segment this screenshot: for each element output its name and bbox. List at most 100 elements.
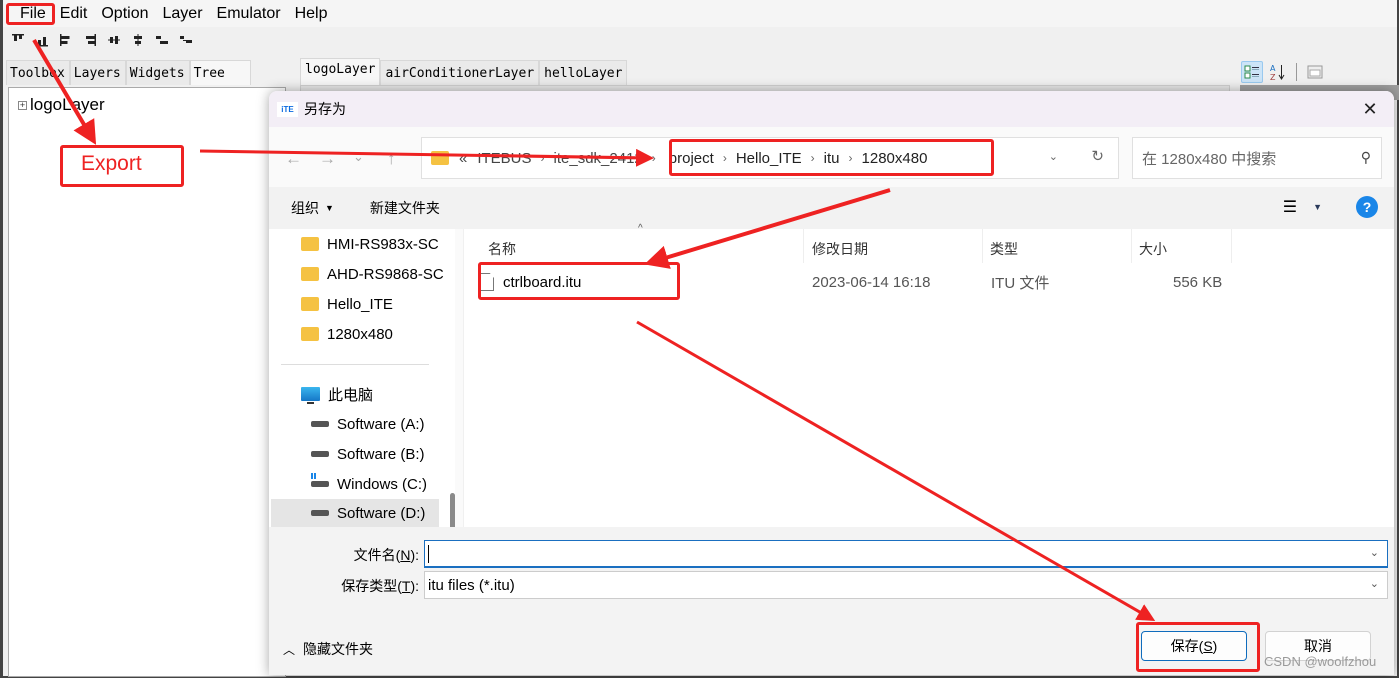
menu-help[interactable]: Help	[290, 0, 337, 27]
tab-logolayer[interactable]: logoLayer	[300, 58, 381, 85]
up-arrow-icon[interactable]: ↑	[387, 149, 396, 169]
menu-edit[interactable]: Edit	[55, 0, 97, 27]
nav-folder-ahd[interactable]: AHD-RS9868-SC	[301, 261, 444, 287]
help-icon[interactable]: ?	[1356, 196, 1378, 218]
column-type[interactable]: 类型	[990, 235, 1018, 263]
folder-icon	[301, 327, 319, 341]
breadcrumb-itebus[interactable]: ITEBUS	[477, 150, 531, 167]
search-placeholder: 在 1280x480 中搜索	[1142, 150, 1277, 168]
nav-scrollbar[interactable]	[450, 493, 455, 527]
nav-drive-b[interactable]: Software (B:)	[311, 441, 425, 467]
nav-drive-d[interactable]: Software (D:)	[271, 499, 439, 527]
nav-drive-c[interactable]: Windows (C:)	[311, 471, 427, 497]
align-left-icon[interactable]	[59, 33, 73, 47]
tree-item-label: logoLayer	[30, 95, 105, 114]
nav-drive-a[interactable]: Software (A:)	[311, 411, 425, 437]
tab-widgets[interactable]: Widgets	[125, 60, 190, 85]
back-arrow-icon[interactable]: ←	[285, 149, 302, 169]
column-size[interactable]: 大小	[1139, 235, 1167, 263]
property-toolbar: AZ	[1241, 60, 1326, 84]
nav-folder-hello-ite[interactable]: Hello_ITE	[301, 291, 393, 317]
nav-label: Software (B:)	[337, 445, 425, 463]
menu-layer[interactable]: Layer	[158, 0, 212, 27]
dialog-titlebar: iTE 另存为 ✕	[269, 91, 1394, 127]
text-cursor	[428, 544, 429, 563]
menu-emulator[interactable]: Emulator	[212, 0, 290, 27]
column-divider	[1131, 229, 1132, 263]
nav-label: HMI-RS983x-SC	[327, 235, 439, 253]
organize-menu[interactable]: 组织 ▼	[291, 198, 334, 218]
alphabetical-sort-icon[interactable]: AZ	[1267, 61, 1289, 83]
align-right-icon[interactable]	[83, 33, 97, 47]
tab-hellolayer[interactable]: helloLayer	[539, 60, 628, 85]
filename-input[interactable]: ⌄	[424, 540, 1388, 568]
align-top-icon[interactable]	[11, 33, 25, 47]
toolbar-separator	[1296, 63, 1297, 81]
folder-icon	[431, 151, 449, 165]
new-folder-button[interactable]: 新建文件夹	[370, 198, 440, 218]
svg-text:A: A	[1270, 64, 1276, 73]
categorized-icon[interactable]	[1241, 61, 1263, 83]
align-center-horizontal-icon[interactable]	[131, 33, 145, 47]
nav-label: Windows (C:)	[337, 475, 428, 493]
folder-icon	[301, 267, 319, 281]
nav-label: AHD-RS9868-SC	[327, 265, 444, 283]
chevron-down-icon[interactable]: ⌄	[1370, 546, 1379, 559]
hide-folders-toggle[interactable]: ︿ 隐藏文件夹	[283, 639, 373, 659]
distribute-vertical-icon[interactable]	[179, 33, 193, 47]
nav-label: Software (A:)	[337, 415, 425, 433]
chevron-down-icon[interactable]: ⌄	[1049, 150, 1058, 163]
nav-folder-hmi[interactable]: HMI-RS983x-SC	[301, 231, 439, 257]
hide-folders-label: 隐藏文件夹	[303, 641, 374, 657]
tab-airconditionerlayer[interactable]: airConditionerLayer	[380, 60, 540, 85]
drive-icon	[311, 510, 329, 516]
caret-down-icon: ▼	[1313, 202, 1322, 212]
computer-icon	[301, 387, 320, 404]
menu-bar: File Edit Option Layer Emulator Help	[3, 0, 1397, 27]
close-icon[interactable]: ✕	[1356, 97, 1384, 121]
search-icon[interactable]: ⚲	[1361, 149, 1371, 166]
nav-this-pc[interactable]: 此电脑	[301, 381, 373, 407]
svg-text:Z: Z	[1270, 73, 1276, 81]
view-options[interactable]: ☰ ▼	[1283, 197, 1322, 217]
navigation-pane: HMI-RS983x-SC AHD-RS9868-SC Hello_ITE 12…	[269, 229, 455, 527]
filename-label: 文件名(N):	[353, 547, 419, 563]
property-pages-icon[interactable]	[1304, 61, 1326, 83]
tab-tree[interactable]: Tree	[189, 60, 251, 85]
recent-locations-icon[interactable]: ⌄	[353, 149, 364, 165]
list-view-icon: ☰	[1282, 199, 1298, 216]
chevron-down-icon[interactable]: ⌄	[1370, 577, 1379, 590]
filetype-select[interactable]: itu files (*.itu) ⌄	[424, 571, 1388, 599]
annotation-file-highlight	[6, 3, 55, 25]
search-input[interactable]: 在 1280x480 中搜索 ⚲	[1132, 137, 1382, 179]
organize-label: 组织	[291, 200, 319, 216]
file-type: ITU 文件	[991, 274, 1050, 292]
watermark: CSDN @woolfzhou	[1264, 654, 1377, 669]
file-size: 556 KB	[1173, 273, 1223, 291]
align-toolbar	[11, 30, 193, 50]
distribute-horizontal-icon[interactable]	[155, 33, 169, 47]
expand-icon[interactable]: +	[18, 100, 27, 110]
folder-icon	[301, 237, 319, 251]
tab-layers[interactable]: Layers	[69, 60, 126, 85]
refresh-icon[interactable]: ↻	[1091, 147, 1104, 165]
tab-toolbox[interactable]: Toolbox	[6, 60, 70, 85]
annotation-path-highlight	[669, 139, 994, 176]
breadcrumb-overflow[interactable]: «	[459, 150, 467, 167]
breadcrumb-ite-sdk[interactable]: ite_sdk_2412	[554, 150, 643, 167]
column-name[interactable]: 名称	[488, 235, 516, 263]
column-modified[interactable]: 修改日期	[812, 235, 868, 263]
menu-option[interactable]: Option	[96, 0, 157, 27]
drive-icon	[311, 421, 329, 427]
tree-item-logolayer[interactable]: + logoLayer	[18, 95, 105, 115]
nav-folder-1280x480[interactable]: 1280x480	[301, 321, 393, 347]
align-center-vertical-icon[interactable]	[107, 33, 121, 47]
ite-logo-icon: iTE	[277, 101, 298, 117]
save-as-dialog: iTE 另存为 ✕ ← → ⌄ ↑ « ITEBUS › ite_sdk_241…	[269, 91, 1394, 675]
align-bottom-icon[interactable]	[35, 33, 49, 47]
nav-label: 1280x480	[327, 325, 393, 343]
nav-label: 此电脑	[328, 386, 374, 404]
forward-arrow-icon[interactable]: →	[319, 149, 336, 169]
sort-ascending-icon: ^	[638, 223, 643, 234]
command-bar: 组织 ▼ 新建文件夹 ☰ ▼ ?	[269, 187, 1394, 229]
